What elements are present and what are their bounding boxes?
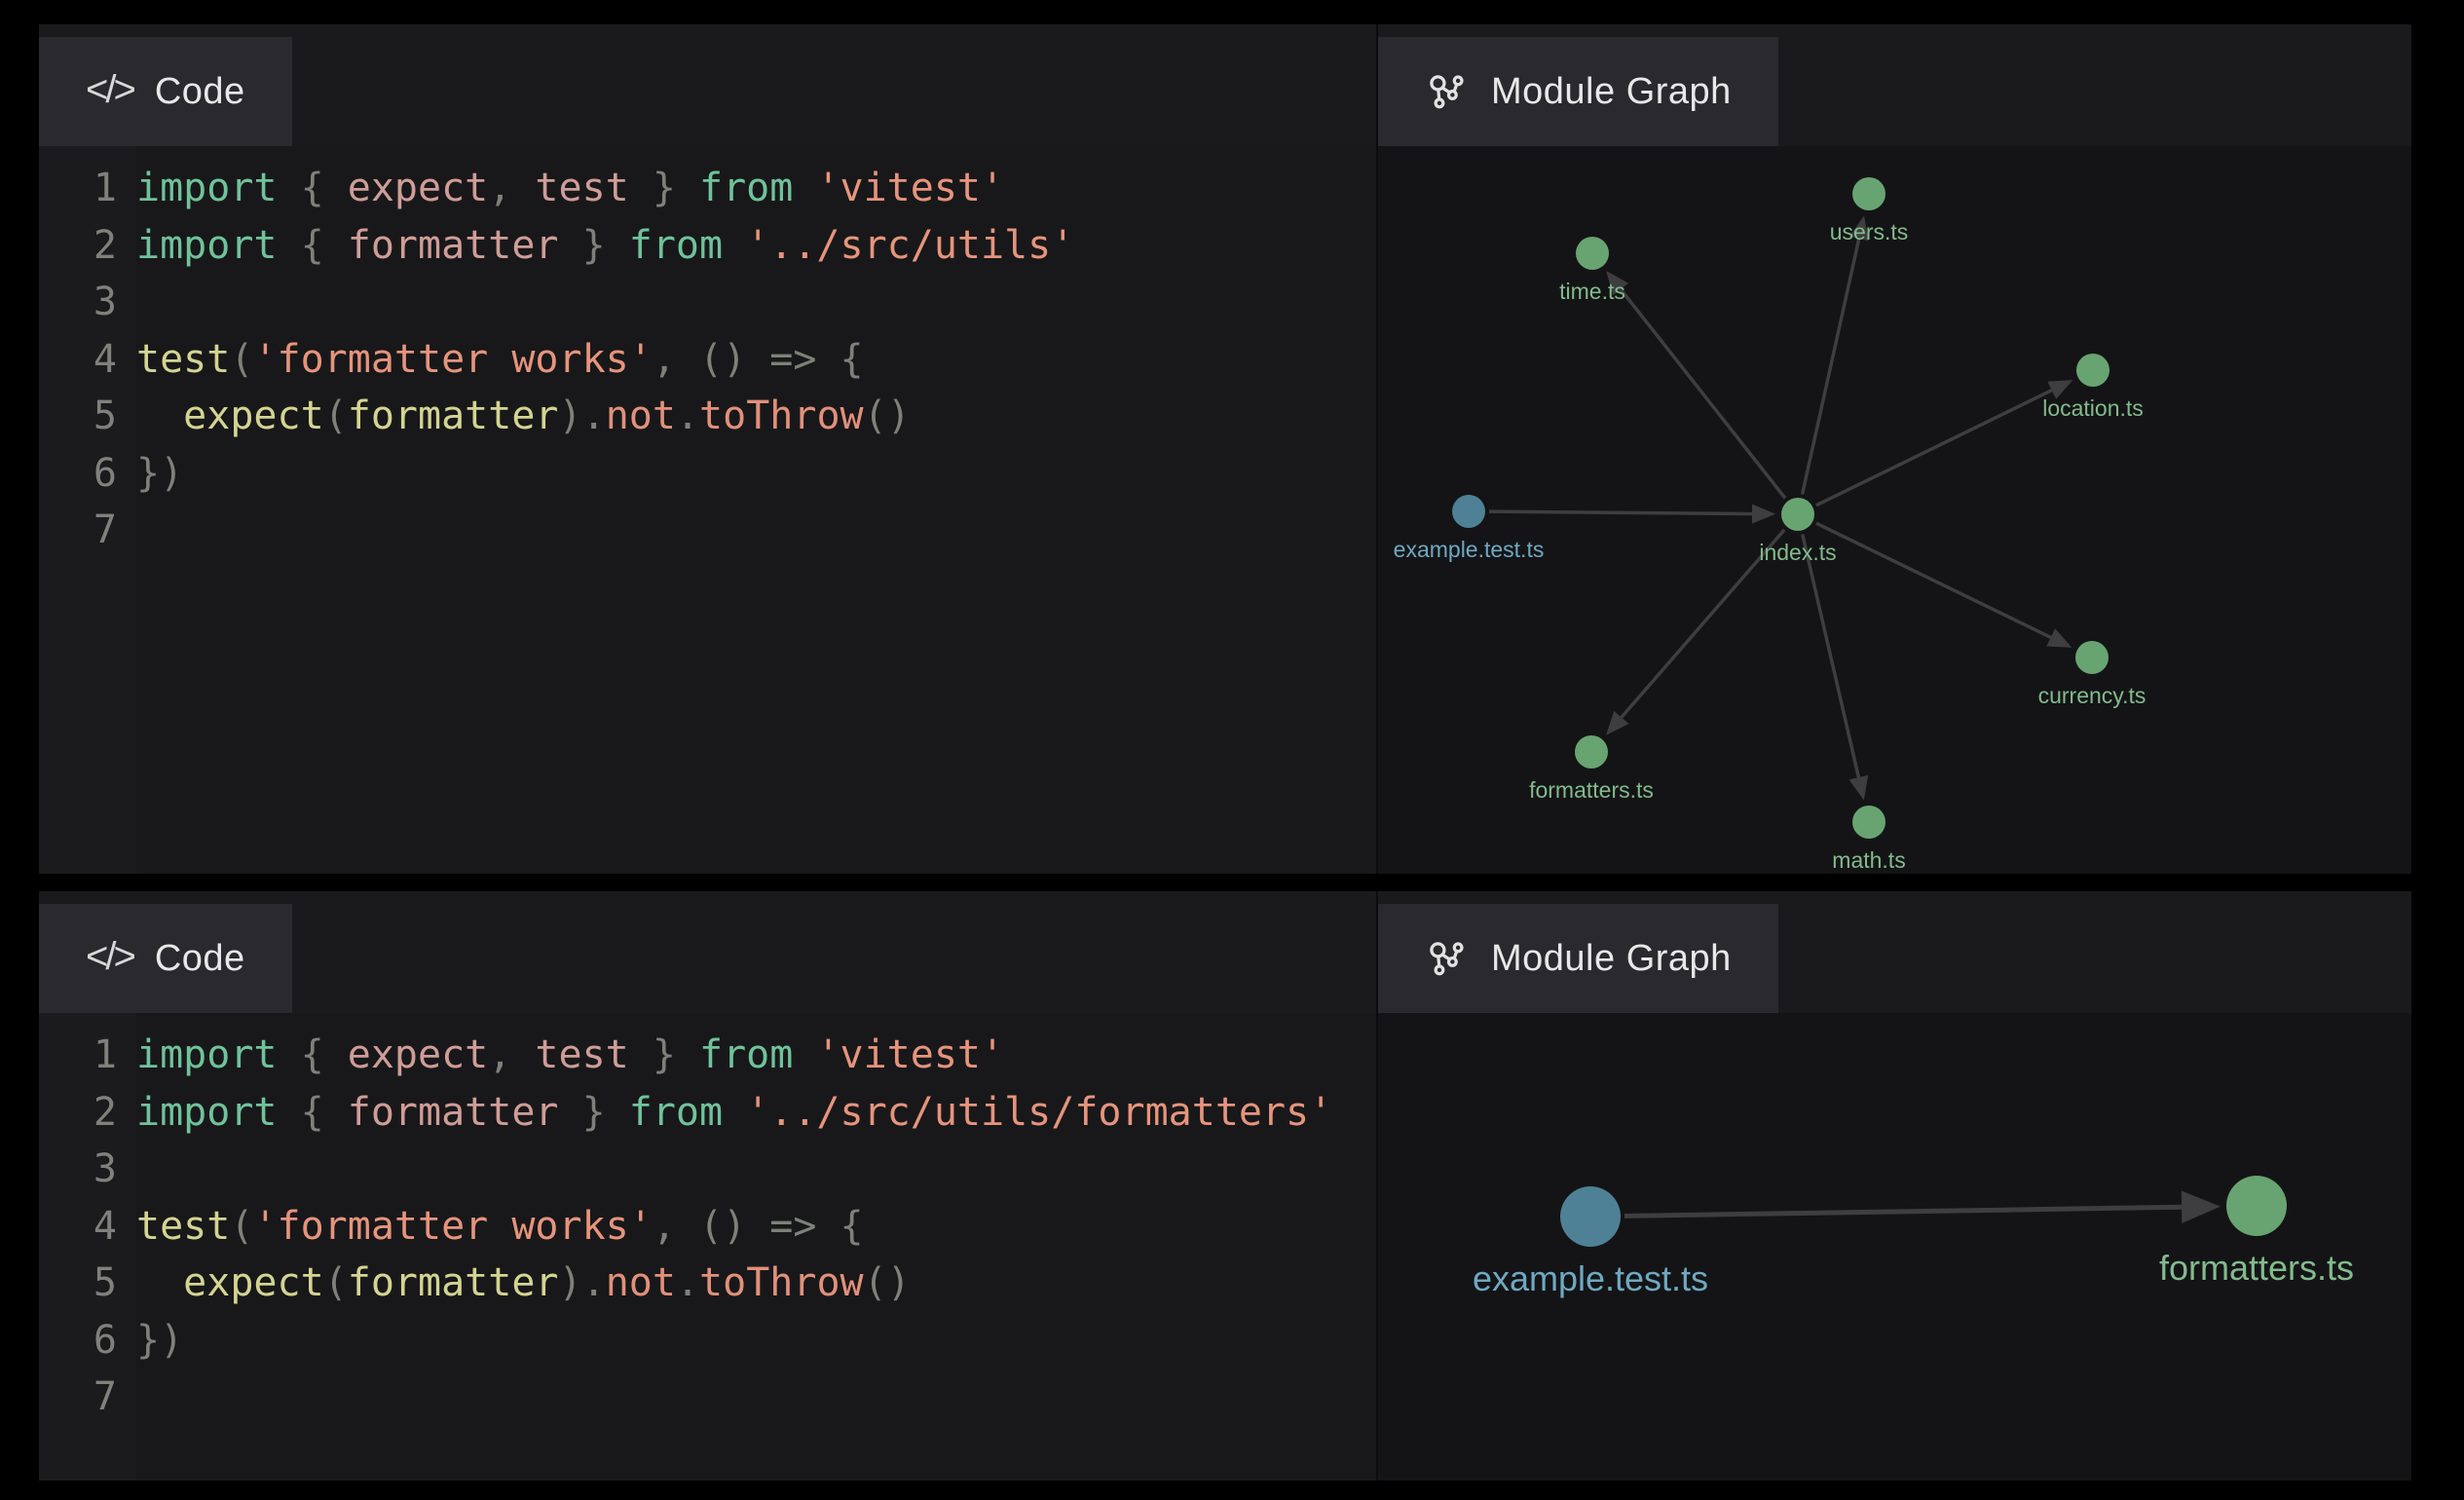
graph-edge-arrowhead [1849,775,1869,801]
code-line: 3 [39,1141,1376,1198]
graph-node-location.ts[interactable] [2076,354,2109,387]
graph-node-label: math.ts [1832,847,1905,873]
line-number: 6 [39,445,117,503]
module-graph-canvas-top[interactable]: users.ts time.ts location.ts example.test.t… [1378,146,2411,874]
tab-code-bottom[interactable]: </> Code [39,904,292,1013]
code-editor-bottom[interactable]: 1import { expect, test } from 'vitest'2i… [39,1013,1376,1481]
line-number: 4 [39,331,117,389]
graph-edge [1803,534,1859,777]
graph-node-label: location.ts [2042,395,2144,421]
code-line: 2import { formatter } from '../src/utils… [39,1084,1376,1142]
module-graph-icon [1425,69,1470,114]
line-number: 1 [39,1027,117,1084]
code-line: 6}) [39,445,1376,503]
graph-node-currency.ts[interactable] [2075,641,2109,674]
graph-node-label: users.ts [1830,219,1909,244]
graph-edge [1489,511,1752,513]
graph-node-label: index.ts [1759,540,1836,565]
code-line: 6}) [39,1312,1376,1369]
code-line: 1import { expect, test } from 'vitest' [39,160,1376,217]
graph-edge [1816,523,2051,637]
graph-edge-arrowhead [2182,1190,2221,1223]
tab-module-graph-label: Module Graph [1491,938,1732,980]
code-panel-top-header: </> Code [39,24,1376,146]
code-line: 7 [39,1369,1376,1426]
graph-edge-arrowhead [1752,505,1775,524]
graph-node-example.test.ts[interactable] [1452,495,1485,528]
code-panel-top: </> Code 1import { expect, test } from '… [39,24,1376,874]
graph-node-label: formatters.ts [2159,1248,2354,1288]
code-icon: </> [86,68,133,112]
code-line: 4test('formatter works', () => { [39,1198,1376,1256]
tab-code-label: Code [155,71,245,113]
graph-node-example.test.ts[interactable] [1560,1186,1621,1247]
graph-node-users.ts[interactable] [1852,177,1885,210]
line-number: 1 [39,160,117,217]
code-line: 5 expect(formatter).not.toThrow() [39,1255,1376,1312]
line-number: 2 [39,217,117,275]
line-number: 2 [39,1084,117,1142]
line-number: 5 [39,388,117,445]
graph-edge [1624,1207,2182,1216]
line-number: 3 [39,1141,117,1198]
line-number: 7 [39,1369,117,1426]
module-graph-top-header: Module Graph [1378,24,2411,146]
line-number: 7 [39,502,117,559]
graph-node-time.ts[interactable] [1576,237,1609,270]
code-line: 3 [39,274,1376,331]
line-number: 6 [39,1312,117,1369]
graph-node-label: formatters.ts [1529,777,1654,803]
code-line: 1import { expect, test } from 'vitest' [39,1027,1376,1084]
graph-node-label: currency.ts [2038,683,2147,708]
code-panel-bottom: </> Code 1import { expect, test } from '… [39,891,1376,1481]
line-number: 4 [39,1198,117,1256]
graph-node-label: example.test.ts [1394,537,1545,562]
graph-node-formatters.ts[interactable] [2226,1176,2287,1236]
tab-module-graph-top[interactable]: Module Graph [1378,37,1778,146]
module-graph-panel-top: Module Graph users.ts time.ts location.ts e… [1376,24,2411,874]
code-panel-bottom-header: </> Code [39,891,1376,1013]
line-number: 5 [39,1255,117,1312]
module-graph-icon [1425,936,1470,981]
tab-module-graph-label: Module Graph [1491,71,1732,113]
tab-module-graph-bottom[interactable]: Module Graph [1378,904,1778,1013]
code-editor-top[interactable]: 1import { expect, test } from 'vitest'2i… [39,146,1376,874]
module-graph-bottom-header: Module Graph [1378,891,2411,1013]
code-line: 7 [39,502,1376,559]
tab-code-label: Code [155,938,245,980]
tab-code-top[interactable]: </> Code [39,37,292,146]
module-graph-panel-bottom: Module Graph example.test.ts formatters.t… [1376,891,2411,1481]
code-line: 2import { formatter } from '../src/utils… [39,217,1376,275]
graph-edge [1621,289,1785,499]
code-line: 5 expect(formatter).not.toThrow() [39,388,1376,445]
code-line: 4test('formatter works', () => { [39,331,1376,389]
graph-node-label: example.test.ts [1473,1258,1708,1298]
graph-edge [1803,239,1859,495]
graph-node-label: time.ts [1559,279,1625,304]
line-number: 3 [39,274,117,331]
graph-node-index.ts[interactable] [1781,498,1814,531]
graph-node-formatters.ts[interactable] [1575,735,1608,769]
graph-node-math.ts[interactable] [1852,806,1885,839]
graph-edge [1816,391,2052,506]
module-graph-canvas-bottom[interactable]: example.test.ts formatters.ts [1378,1013,2411,1481]
code-icon: </> [86,935,133,979]
